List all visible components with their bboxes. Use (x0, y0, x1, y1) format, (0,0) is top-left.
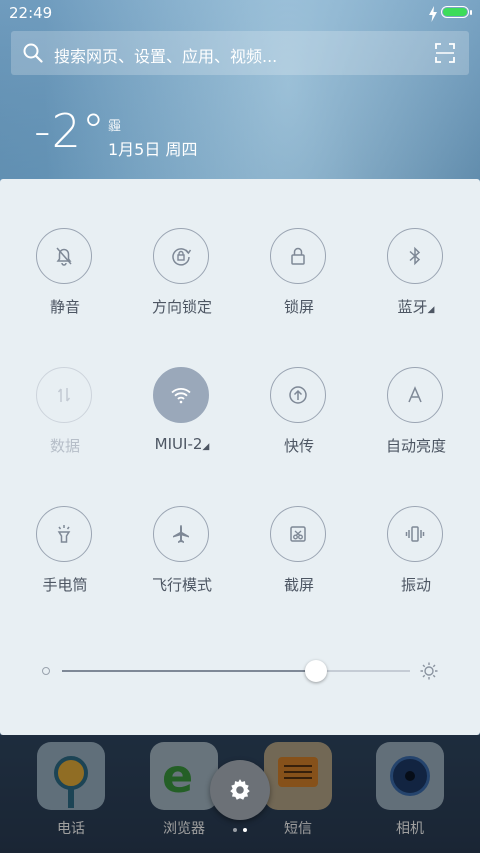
toggle-label: 快传 (283, 437, 314, 455)
vibrate-icon (387, 506, 443, 562)
toggle-label-text: 蓝牙 (397, 298, 428, 316)
page-indicator-dot-active (243, 828, 247, 832)
toggle-label-text: MIUI-2 (154, 435, 203, 453)
wifi-icon (153, 367, 209, 423)
toggle-label: 蓝牙◢ (361, 296, 471, 317)
bell-off-icon (36, 228, 92, 284)
mobile-data-icon (36, 367, 92, 423)
toggle-silent[interactable]: 静音 (10, 228, 120, 338)
brightness-track[interactable] (62, 670, 410, 672)
toggle-bluetooth[interactable]: 蓝牙◢ (361, 228, 471, 338)
search-bar[interactable]: 搜索网页、设置、应用、视频... (11, 31, 469, 75)
toggle-wifi[interactable]: MIUI-2◢ (127, 367, 237, 477)
brightness-track-fill (62, 670, 317, 672)
toggle-label: 静音 (49, 298, 80, 316)
airplane-icon (153, 506, 209, 562)
toggle-label: 数据 (49, 437, 80, 455)
toggle-airplane-mode[interactable]: 飞行模式 (127, 506, 237, 616)
expand-indicator-icon: ◢ (427, 305, 435, 315)
toggle-label: 方向锁定 (151, 298, 212, 316)
toggle-label: 飞行模式 (151, 576, 212, 594)
charging-icon (429, 6, 437, 22)
toggle-quick-transfer[interactable]: 快传 (244, 367, 354, 477)
toggle-flashlight[interactable]: 手电筒 (10, 506, 120, 616)
toggle-label: MIUI-2◢ (127, 435, 237, 453)
brightness-thumb[interactable] (305, 660, 328, 682)
toggle-label: 锁屏 (283, 298, 314, 316)
toggle-vibrate[interactable]: 振动 (361, 506, 471, 616)
bluetooth-icon (387, 228, 443, 284)
toggle-mobile-data[interactable]: 数据 (10, 367, 120, 477)
toggle-label: 手电筒 (42, 576, 88, 594)
toggle-label: 自动亮度 (385, 437, 446, 455)
temperature: -2° (34, 104, 106, 158)
status-time: 22:49 (9, 4, 53, 22)
brightness-low-icon (42, 667, 50, 675)
toggle-auto-brightness[interactable]: 自动亮度 (361, 367, 471, 477)
lock-icon (270, 228, 326, 284)
search-placeholder: 搜索网页、设置、应用、视频... (54, 47, 278, 66)
screenshot-icon (270, 506, 326, 562)
brightness-high-icon (420, 662, 438, 680)
toggle-label: 截屏 (283, 576, 314, 594)
auto-brightness-icon (387, 367, 443, 423)
quick-settings-panel: 静音 方向锁定 锁屏 蓝牙◢ 数据 MIUI-2◢ 快传 自动亮度 手电筒 飞行… (0, 179, 480, 735)
flashlight-icon (36, 506, 92, 562)
settings-button[interactable] (210, 760, 270, 820)
upload-icon (270, 367, 326, 423)
search-icon (23, 43, 43, 63)
status-bar: 22:49 (0, 0, 480, 28)
brightness-slider[interactable] (40, 659, 440, 683)
toggle-label: 振动 (400, 576, 431, 594)
weather-condition: 霾 (108, 119, 122, 134)
expand-indicator-icon: ◢ (202, 442, 210, 452)
battery-tip (470, 10, 472, 15)
toggle-rotation-lock[interactable]: 方向锁定 (127, 228, 237, 338)
rotation-lock-icon (153, 228, 209, 284)
toggle-lock-screen[interactable]: 锁屏 (244, 228, 354, 338)
gear-icon (230, 779, 250, 800)
page-indicator-dot (233, 828, 237, 832)
battery-icon (441, 6, 469, 18)
scan-icon[interactable] (435, 43, 455, 63)
date: 1月5日 周四 (108, 140, 198, 159)
toggle-screenshot[interactable]: 截屏 (244, 506, 354, 616)
